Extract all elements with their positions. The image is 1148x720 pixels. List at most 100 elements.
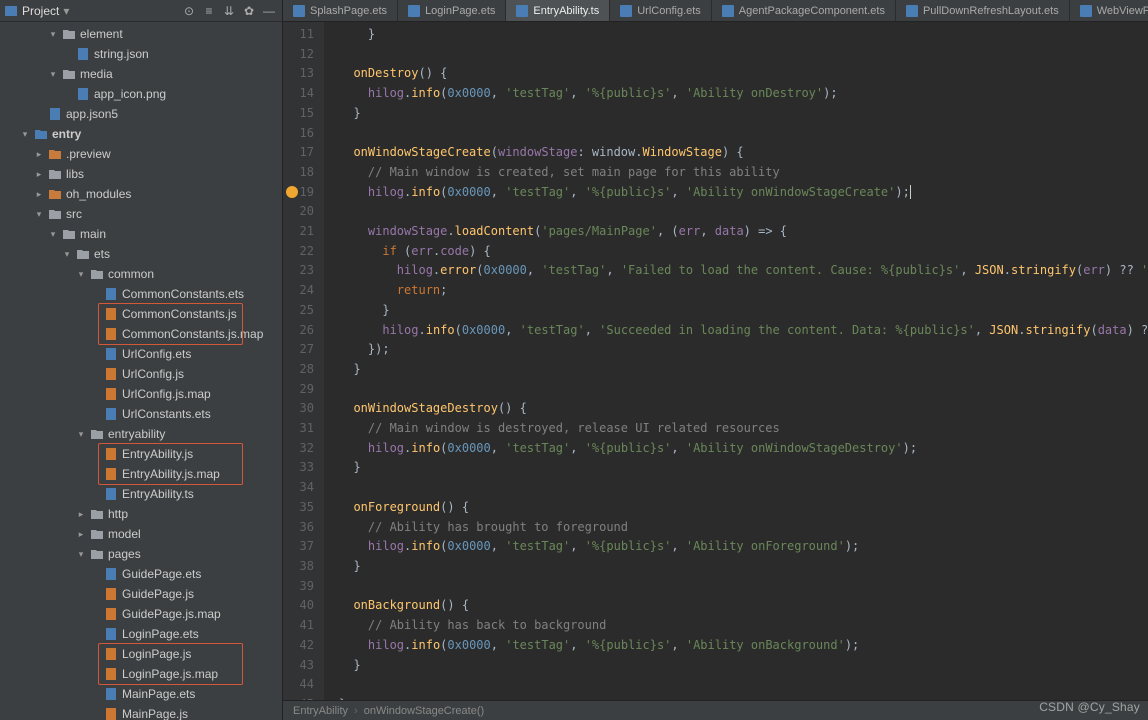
tree-arrow-icon[interactable]	[90, 489, 100, 499]
tree-arrow-icon[interactable]: ▸	[76, 529, 86, 539]
tree-item[interactable]: ▾ets	[0, 244, 282, 264]
tree-item[interactable]: MainPage.js	[0, 704, 282, 720]
expand-all-icon[interactable]: ≡	[200, 2, 218, 20]
tree-arrow-icon[interactable]	[90, 649, 100, 659]
tree-arrow-icon[interactable]	[90, 449, 100, 459]
tree-item[interactable]: UrlConfig.js.map	[0, 384, 282, 404]
breadcrumb-class[interactable]: EntryAbility	[293, 705, 348, 717]
tree-arrow-icon[interactable]	[90, 669, 100, 679]
tree-item[interactable]: ▾entryability	[0, 424, 282, 444]
tree-item[interactable]: UrlConfig.ets	[0, 344, 282, 364]
tree-arrow-icon[interactable]	[90, 389, 100, 399]
tree-arrow-icon[interactable]	[34, 109, 44, 119]
gear-icon[interactable]: ✿	[240, 2, 258, 20]
tree-item[interactable]: GuidePage.js	[0, 584, 282, 604]
tree-item[interactable]: EntryAbility.js	[0, 444, 282, 464]
tree-item[interactable]: ▸ libs	[0, 164, 282, 184]
gutter: 11 12 13 14 15 16 17 18 19 20 21 22 23 2…	[283, 22, 325, 700]
code-area[interactable]: 11 12 13 14 15 16 17 18 19 20 21 22 23 2…	[283, 22, 1148, 700]
tree-item[interactable]: CommonConstants.ets	[0, 284, 282, 304]
tree-arrow-icon[interactable]	[90, 409, 100, 419]
tree-arrow-icon[interactable]	[90, 329, 100, 339]
tree-arrow-icon[interactable]	[90, 349, 100, 359]
tree-arrow-icon[interactable]	[62, 89, 72, 99]
tree-item[interactable]: ▾entry	[0, 124, 282, 144]
editor-tab[interactable]: SplashPage.ets	[283, 0, 398, 21]
tree-item-label: http	[108, 507, 128, 521]
editor-tab[interactable]: EntryAbility.ts	[506, 0, 610, 21]
tree-item[interactable]: ▾main	[0, 224, 282, 244]
tree-item[interactable]: ▾ media	[0, 64, 282, 84]
tree-item[interactable]: app_icon.png	[0, 84, 282, 104]
tree-item-label: libs	[66, 167, 84, 181]
hide-icon[interactable]: —	[260, 2, 278, 20]
tree-arrow-icon[interactable]: ▾	[76, 269, 86, 279]
tree-arrow-icon[interactable]	[90, 309, 100, 319]
tree-arrow-icon[interactable]: ▾	[48, 229, 58, 239]
folder-icon	[48, 147, 62, 161]
tree-item[interactable]: UrlConfig.js	[0, 364, 282, 384]
tree-arrow-icon[interactable]: ▸	[34, 149, 44, 159]
breadcrumb-method[interactable]: onWindowStageCreate()	[364, 705, 484, 717]
tree-arrow-icon[interactable]	[90, 589, 100, 599]
tree-item[interactable]: LoginPage.ets	[0, 624, 282, 644]
tree-item[interactable]: ▾pages	[0, 544, 282, 564]
tree-item[interactable]: ▾common	[0, 264, 282, 284]
file-icon	[104, 627, 118, 641]
tree-item[interactable]: CommonConstants.js.map	[0, 324, 282, 344]
file-icon	[104, 607, 118, 621]
tree-item[interactable]: GuidePage.js.map	[0, 604, 282, 624]
editor-tab[interactable]: PullDownRefreshLayout.ets	[896, 0, 1070, 21]
tree-item[interactable]: EntryAbility.js.map	[0, 464, 282, 484]
tree-arrow-icon[interactable]	[90, 569, 100, 579]
select-opened-file-icon[interactable]: ⊙	[180, 2, 198, 20]
tree-item[interactable]: UrlConstants.ets	[0, 404, 282, 424]
tree-item[interactable]: ▾element	[0, 24, 282, 44]
file-icon	[104, 367, 118, 381]
tree-item[interactable]: ▸model	[0, 524, 282, 544]
tree-arrow-icon[interactable]	[90, 369, 100, 379]
tree-arrow-icon[interactable]: ▾	[62, 249, 72, 259]
tree-arrow-icon[interactable]: ▾	[34, 209, 44, 219]
code[interactable]: } onDestroy() { hilog.info(0x0000, 'test…	[325, 22, 1148, 700]
tree-item[interactable]: LoginPage.js	[0, 644, 282, 664]
tree-item[interactable]: app.json5	[0, 104, 282, 124]
tree-arrow-icon[interactable]	[90, 609, 100, 619]
tree-arrow-icon[interactable]	[90, 289, 100, 299]
tree-arrow-icon[interactable]: ▸	[34, 189, 44, 199]
tree-arrow-icon[interactable]	[90, 469, 100, 479]
intention-bulb-icon[interactable]	[286, 186, 298, 198]
file-tree[interactable]: ▾elementstring.json ▾ media app_icon.pngapp…	[0, 22, 282, 720]
tree-arrow-icon[interactable]: ▾	[76, 549, 86, 559]
editor-tab[interactable]: WebViewPage.ets	[1070, 0, 1148, 21]
tree-arrow-icon[interactable]: ▾	[20, 129, 30, 139]
tree-item[interactable]: ▾src	[0, 204, 282, 224]
editor-tab[interactable]: LoginPage.ets	[398, 0, 506, 21]
project-dropdown-icon[interactable]: ▾	[63, 4, 69, 18]
file-icon	[104, 347, 118, 361]
editor-tab[interactable]: UrlConfig.ets	[610, 0, 712, 21]
tree-item[interactable]: EntryAbility.ts	[0, 484, 282, 504]
tree-item[interactable]: string.json	[0, 44, 282, 64]
tree-arrow-icon[interactable]	[90, 629, 100, 639]
tree-item-label: media	[80, 67, 113, 81]
tree-arrow-icon[interactable]: ▾	[48, 69, 58, 79]
breadcrumb[interactable]: EntryAbility › onWindowStageCreate()	[283, 700, 1148, 720]
tree-item[interactable]: ▸.preview	[0, 144, 282, 164]
tree-arrow-icon[interactable]: ▸	[34, 169, 44, 179]
tree-arrow-icon[interactable]	[90, 709, 100, 719]
collapse-all-icon[interactable]: ⇊	[220, 2, 238, 20]
tree-item[interactable]: MainPage.ets	[0, 684, 282, 704]
tree-arrow-icon[interactable]: ▾	[76, 429, 86, 439]
project-title[interactable]: Project	[22, 4, 59, 18]
tree-item[interactable]: GuidePage.ets	[0, 564, 282, 584]
tree-arrow-icon[interactable]	[62, 49, 72, 59]
tree-arrow-icon[interactable]: ▾	[48, 29, 58, 39]
tree-item[interactable]: CommonConstants.js	[0, 304, 282, 324]
editor-tab[interactable]: AgentPackageComponent.ets	[712, 0, 896, 21]
tree-item[interactable]: ▸ http	[0, 504, 282, 524]
tree-arrow-icon[interactable]: ▸	[76, 509, 86, 519]
tree-item[interactable]: LoginPage.js.map	[0, 664, 282, 684]
tree-arrow-icon[interactable]	[90, 689, 100, 699]
tree-item[interactable]: ▸oh_modules	[0, 184, 282, 204]
